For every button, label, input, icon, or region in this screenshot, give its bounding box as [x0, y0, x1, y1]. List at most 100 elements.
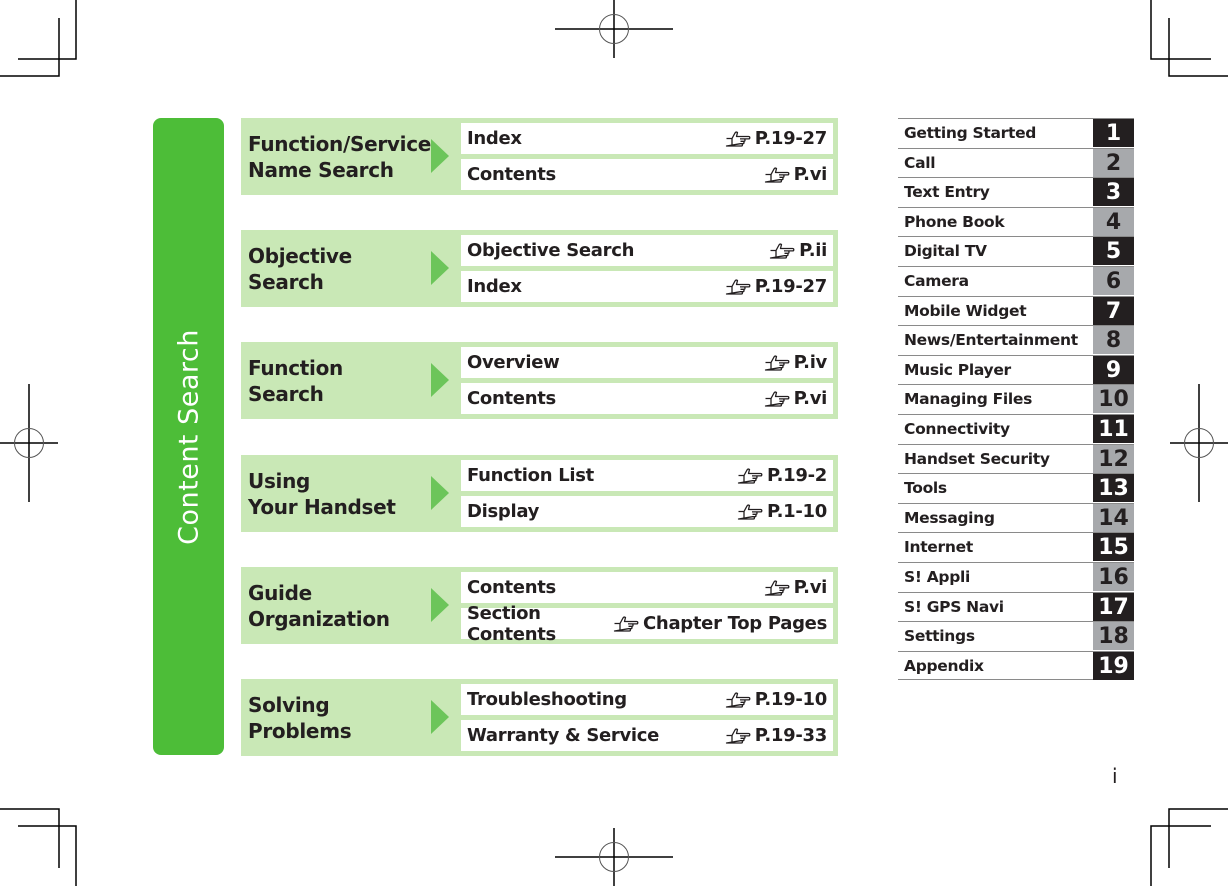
reference-link[interactable]: Section Contents Chapter Top Pages: [461, 603, 833, 645]
reference-link[interactable]: Contents P.vi: [461, 383, 833, 414]
panel-title-line: Your Handset: [248, 494, 396, 519]
chapter-number-badge: 6: [1093, 266, 1134, 295]
reference-label: Troubleshooting: [467, 689, 627, 710]
chapter-label: Getting Started: [904, 124, 1037, 142]
page-reference: P.vi: [764, 388, 827, 409]
chapter-label: Connectivity: [904, 419, 1010, 438]
page-reference: P.19-10: [725, 689, 827, 710]
registration-mark-left: [0, 384, 58, 502]
chapter-label: Call: [904, 153, 936, 172]
reference-link[interactable]: Troubleshooting P.19-10: [461, 684, 833, 715]
chapter-index-row[interactable]: Music Player 9: [898, 354, 1134, 385]
chapter-number-badge: 4: [1093, 207, 1134, 236]
chapter-label: News/Entertainment: [904, 331, 1078, 350]
page-reference: Chapter Top Pages: [613, 613, 827, 634]
page-reference: P.vi: [764, 164, 827, 185]
registration-mark-right: [1170, 384, 1228, 502]
chapter-index-row[interactable]: Handset Security 12: [898, 443, 1134, 474]
chapter-index-row[interactable]: Text Entry 3: [898, 177, 1134, 207]
reference-link[interactable]: Contents P.vi: [461, 159, 833, 190]
chapter-label: Digital TV: [904, 242, 987, 261]
chapter-index-row[interactable]: Camera 6: [898, 265, 1134, 296]
reference-label: Index: [467, 128, 522, 149]
chapter-index-row[interactable]: Internet 15: [898, 532, 1134, 562]
chapter-label: Text Entry: [904, 183, 990, 202]
pointing-hand-icon: [769, 242, 795, 259]
chapter-label: Handset Security: [904, 449, 1050, 468]
reference-label: Objective Search: [467, 240, 635, 261]
page-reference-text: P.iv: [793, 352, 828, 373]
chapter-number-badge: 18: [1093, 622, 1134, 651]
reference-link[interactable]: Warranty & Service P.19-33: [461, 720, 833, 751]
reference-link[interactable]: Function List P.19-2: [461, 460, 833, 491]
page-reference-text: P.19-27: [754, 276, 828, 297]
chapter-index-row[interactable]: Mobile Widget 7: [898, 295, 1134, 326]
panel-title-line: Solving: [248, 692, 330, 717]
chapter-index-row[interactable]: Digital TV 5: [898, 236, 1134, 266]
pointing-hand-icon: [764, 390, 790, 407]
chapter-index-row[interactable]: Appendix 19: [898, 650, 1134, 681]
chapter-index-row[interactable]: Phone Book 4: [898, 206, 1134, 237]
arrow-right-icon: [431, 251, 449, 285]
panel-title-line: Problems: [248, 718, 352, 743]
chapter-label: Managing Files: [904, 390, 1033, 409]
page-reference-text: P.vi: [793, 577, 828, 598]
chapter-index-row[interactable]: Settings 18: [898, 621, 1134, 651]
chapter-index-row[interactable]: Tools 13: [898, 473, 1134, 503]
chapter-number-badge: 13: [1093, 474, 1134, 503]
page-reference: P.19-27: [725, 276, 827, 297]
reference-link[interactable]: Contents P.vi: [461, 572, 833, 603]
reference-label: Warranty & Service: [467, 725, 660, 746]
reference-label: Contents: [467, 164, 556, 185]
panel-title-line: Objective Search: [248, 243, 352, 294]
chapter-number-badge: 2: [1093, 148, 1134, 177]
pointing-hand-icon: [737, 467, 763, 484]
registration-mark-bottom: [555, 828, 673, 886]
crop-mark-bottom-left: [0, 808, 77, 886]
pointing-hand-icon: [737, 503, 763, 520]
page-reference: P.19-2: [737, 465, 827, 486]
panel-title: Solving Problems: [248, 679, 423, 756]
chapter-number-badge: 11: [1093, 414, 1134, 443]
chapter-number-badge: 8: [1093, 326, 1134, 355]
search-panel: Using Your Handset Function List P.19-2 Dis…: [241, 455, 838, 532]
page-reference-text: P.1-10: [767, 501, 827, 522]
page-reference: P.1-10: [737, 501, 827, 522]
pointing-hand-icon: [764, 354, 790, 371]
chapter-index-row[interactable]: Call 2: [898, 147, 1134, 178]
search-panel: Guide Organization Contents P.vi Section Co…: [241, 567, 838, 645]
page-reference: P.19-27: [725, 128, 827, 149]
chapter-index-row[interactable]: S! Appli 16: [898, 561, 1134, 592]
page-reference: P.iv: [764, 352, 827, 373]
reference-link[interactable]: Display P.1-10: [461, 496, 833, 527]
arrow-right-icon: [431, 588, 449, 622]
panel-title-line: Name Search: [248, 157, 394, 182]
reference-link[interactable]: Overview P.iv: [461, 347, 833, 378]
arrow-right-icon: [431, 476, 449, 510]
reference-link[interactable]: Index P.19-27: [461, 123, 833, 154]
reference-link[interactable]: Objective Search P.ii: [461, 235, 833, 266]
panel-title: Function Search: [248, 342, 423, 419]
reference-link[interactable]: Index P.19-27: [461, 271, 833, 302]
arrow-right-icon: [431, 139, 449, 173]
chapter-label: Music Player: [904, 360, 1011, 379]
chapter-index-row[interactable]: Messaging 14: [898, 502, 1134, 533]
pointing-hand-icon: [613, 615, 639, 632]
chapter-label: Appendix: [904, 656, 984, 675]
chapter-index-row[interactable]: Connectivity 11: [898, 413, 1134, 444]
chapter-number-badge: 17: [1093, 592, 1134, 621]
page-reference-text: P.19-27: [754, 128, 828, 149]
chapter-index-row[interactable]: Getting Started 1: [898, 118, 1134, 148]
arrow-right-icon: [431, 700, 449, 734]
chapter-index-row[interactable]: S! GPS Navi 17: [898, 591, 1134, 622]
panel-title: Using Your Handset: [248, 455, 423, 532]
chapter-index-row[interactable]: Managing Files 10: [898, 384, 1134, 414]
reference-label: Index: [467, 276, 522, 297]
page-reference: P.vi: [764, 577, 827, 598]
chapter-number-badge: 14: [1093, 503, 1134, 532]
page-reference-text: P.19-2: [767, 465, 827, 486]
chapter-index-row[interactable]: News/Entertainment 8: [898, 325, 1134, 355]
chapter-label: Messaging: [904, 508, 995, 527]
chapter-label: S! Appli: [904, 567, 971, 586]
panel-title-line: Guide: [248, 580, 312, 605]
